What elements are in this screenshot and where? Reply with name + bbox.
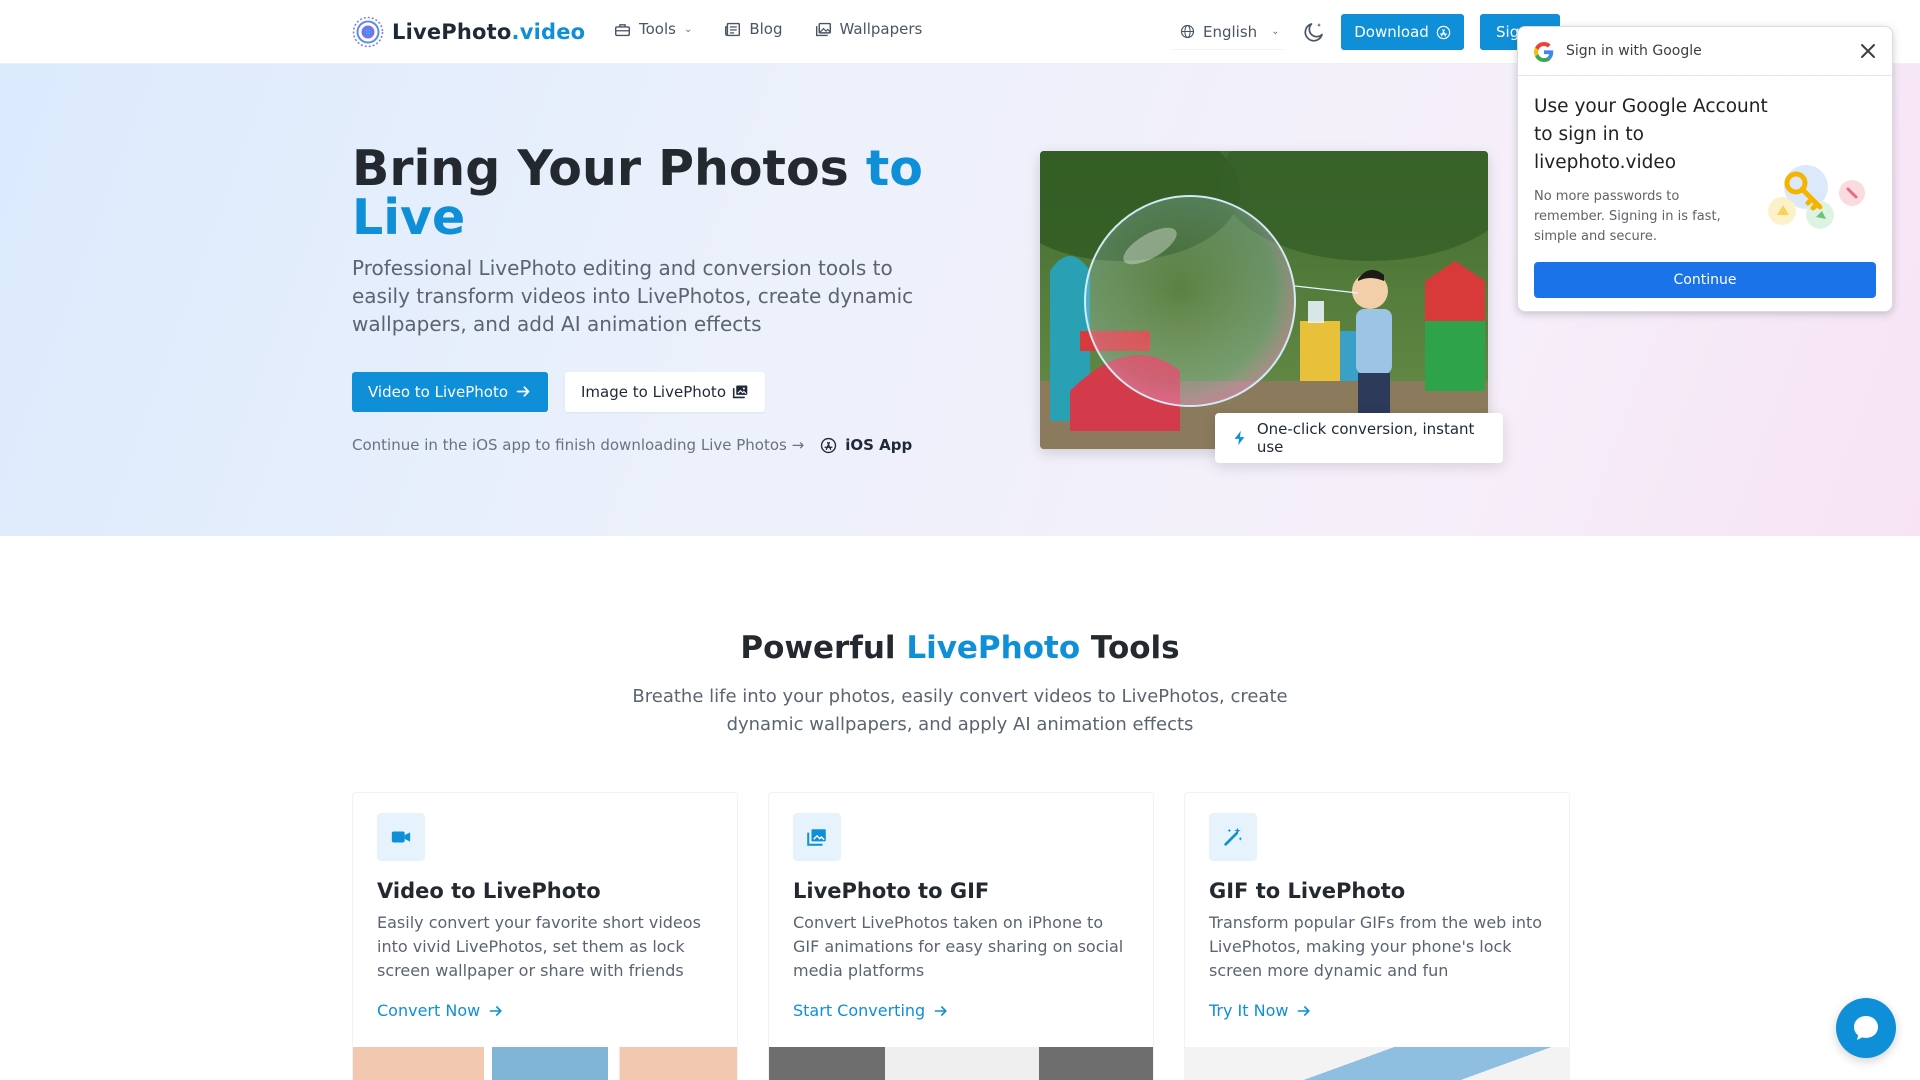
chat-bubble-icon <box>1854 1016 1878 1040</box>
images-icon <box>732 385 748 399</box>
hero-subtitle: Professional LivePhoto editing and conve… <box>352 256 914 336</box>
card-description: Convert LivePhotos taken on iPhone to GI… <box>793 913 1124 980</box>
google-signin-popup: Sign in with Google Use your Google Acco… <box>1517 26 1893 312</box>
conversion-badge: One-click conversion, instant use <box>1215 413 1503 463</box>
nav-links: Tools ⌄ Blog Wallpapers <box>614 20 922 38</box>
ios-app-label: iOS App <box>845 436 913 454</box>
conversion-badge-text: One-click conversion, instant use <box>1256 420 1475 456</box>
card-title: Video to LivePhoto <box>377 879 601 903</box>
magic-wand-icon <box>1209 813 1257 861</box>
video-to-livephoto-label: Video to LivePhoto <box>368 383 509 401</box>
card-preview-image <box>769 1047 1153 1080</box>
card-title: LivePhoto to GIF <box>793 879 990 903</box>
google-continue-button[interactable]: Continue <box>1534 262 1876 298</box>
signin-label: Sig <box>1496 23 1520 41</box>
download-label: Download <box>1354 23 1429 41</box>
card-preview-image <box>1185 1047 1569 1080</box>
convert-now-link[interactable]: Convert Now <box>377 1001 504 1020</box>
card-description: Easily convert your favorite short video… <box>377 913 701 980</box>
globe-icon <box>1180 24 1195 39</box>
video-to-livephoto-button[interactable]: Video to LivePhoto <box>352 372 548 412</box>
lightning-icon <box>1234 430 1245 446</box>
language-select[interactable]: English ⌄ <box>1172 14 1284 50</box>
arrow-right-icon <box>934 1005 947 1016</box>
arrow-right-icon <box>489 1005 502 1016</box>
chevron-down-icon: ⌄ <box>683 23 693 35</box>
google-popup-body: No more passwords to remember. Signing i… <box>1534 189 1721 244</box>
bubble-boy-illustration <box>1040 151 1488 449</box>
images-icon <box>815 22 831 36</box>
start-converting-link[interactable]: Start Converting <box>793 1001 949 1020</box>
logo-icon <box>352 16 384 48</box>
chat-support-button[interactable] <box>1836 998 1896 1058</box>
arrow-right-icon <box>1298 1005 1311 1016</box>
image-to-livephoto-label: Image to LivePhoto <box>581 383 726 401</box>
image-to-livephoto-button[interactable]: Image to LivePhoto <box>565 372 765 412</box>
tool-card-livephoto-to-gif[interactable]: LivePhoto to GIF Convert LivePhotos take… <box>768 792 1154 1080</box>
key-illustration <box>1768 165 1865 229</box>
card-title: GIF to LivePhoto <box>1209 879 1406 903</box>
nav-tools-dropdown[interactable]: Tools ⌄ <box>614 20 692 38</box>
hero-image <box>1040 151 1488 449</box>
site-logo[interactable]: LivePhoto.video <box>352 16 585 48</box>
tools-section-subtitle: Breathe life into your photos, easily co… <box>632 686 1288 735</box>
card-description: Transform popular GIFs from the web into… <box>1209 913 1543 980</box>
google-continue-label: Continue <box>1673 272 1737 288</box>
google-logo-icon <box>1534 42 1554 62</box>
ios-continue-text: Continue in the iOS app to finish downlo… <box>352 436 805 454</box>
try-it-now-link[interactable]: Try It Now <box>1209 1001 1312 1020</box>
images-icon <box>793 813 841 861</box>
app-store-icon <box>821 437 837 453</box>
moon-icon[interactable] <box>1302 20 1326 44</box>
nav-blog-link[interactable]: Blog <box>724 20 783 38</box>
nav-tools-label: Tools <box>639 20 676 38</box>
video-camera-icon <box>377 813 425 861</box>
card-preview-image <box>353 1047 737 1080</box>
arrow-right-icon <box>516 386 530 397</box>
nav-wallpapers-link[interactable]: Wallpapers <box>815 20 923 38</box>
card-link-label: Convert Now <box>377 1001 481 1020</box>
chevron-down-icon: ⌄ <box>1271 26 1280 37</box>
nav-wallpapers-label: Wallpapers <box>839 20 923 38</box>
newspaper-icon <box>725 22 741 36</box>
card-link-label: Try It Now <box>1209 1001 1289 1020</box>
tool-card-video-to-livephoto[interactable]: Video to LivePhoto Easily convert your f… <box>352 792 738 1080</box>
card-link-label: Start Converting <box>793 1001 926 1020</box>
google-popup-header: Sign in with Google <box>1518 27 1892 76</box>
google-popup-title: Sign in with Google <box>1566 43 1702 59</box>
ios-continue-line: Continue in the iOS app to finish downlo… <box>352 436 912 454</box>
app-store-icon <box>1436 25 1451 39</box>
language-label: English <box>1203 22 1258 41</box>
close-icon[interactable] <box>1858 41 1878 61</box>
nav-blog-label: Blog <box>749 20 783 38</box>
ios-app-link[interactable]: iOS App <box>820 436 912 454</box>
hero-title: Bring Your Photos to Live <box>352 140 923 246</box>
toolbox-icon <box>614 23 631 36</box>
tools-section-title: Powerful LivePhoto Tools <box>740 630 1180 666</box>
download-button[interactable]: Download <box>1341 14 1464 50</box>
tool-card-gif-to-livephoto[interactable]: GIF to LivePhoto Transform popular GIFs … <box>1184 792 1570 1080</box>
logo-text: LivePhoto.video <box>392 20 586 44</box>
